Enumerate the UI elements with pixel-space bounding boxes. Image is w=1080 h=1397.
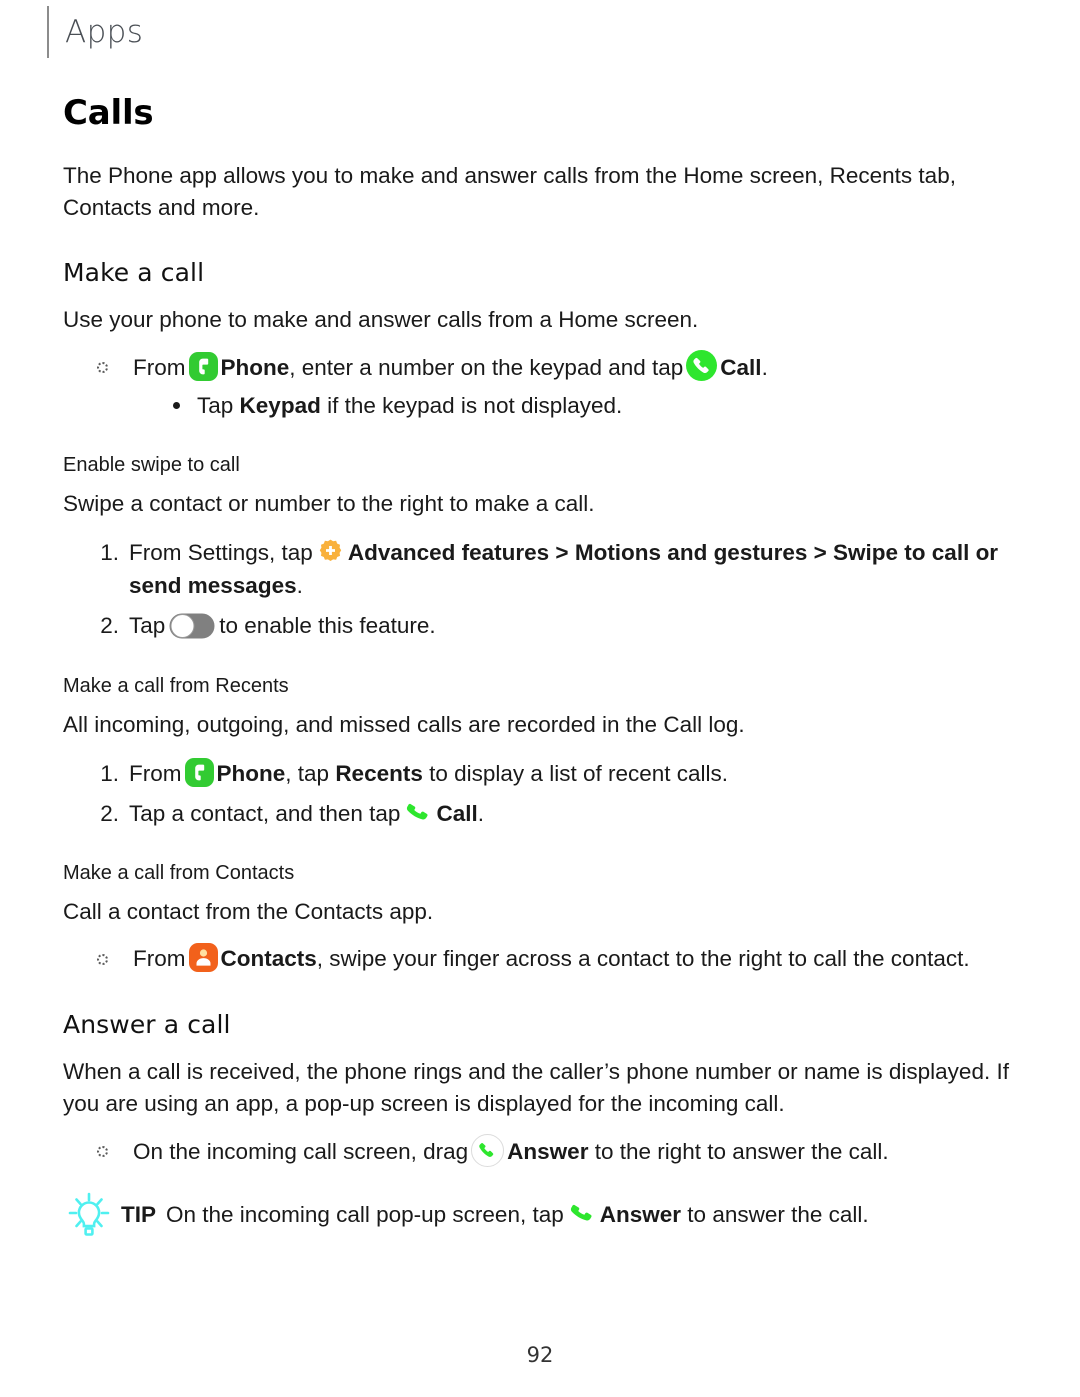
answer-call-icon bbox=[471, 1133, 505, 1167]
subsection-title-enable-swipe-to-call: Enable swipe to call bbox=[63, 453, 240, 476]
tip-action-label: Answer bbox=[599, 1201, 682, 1227]
running-header: Apps bbox=[47, 6, 143, 58]
dot-bullet-icon bbox=[173, 401, 180, 409]
bullet-text-lead: From bbox=[133, 946, 186, 972]
chapter-intro-paragraph: The Phone app allows you to make and ans… bbox=[63, 163, 956, 221]
bullet-text-tail: , swipe your finger across a contact to … bbox=[316, 946, 970, 972]
list-item: 2. Tap to enable this feature. bbox=[89, 609, 1013, 643]
page-number: 92 bbox=[526, 1343, 554, 1367]
step-bold-recents: Recents bbox=[335, 760, 423, 786]
bullet-text-lead: From bbox=[133, 355, 186, 381]
answer-call-icon bbox=[567, 1198, 597, 1228]
make-a-call-intro: Use your phone to make and answer calls … bbox=[63, 307, 699, 333]
contacts-app-icon bbox=[188, 943, 218, 973]
step-separator-2: > bbox=[813, 539, 827, 565]
bullet-app-label: Contacts bbox=[220, 946, 317, 972]
page-content: Calls The Phone app allows you to make a… bbox=[63, 93, 1013, 1238]
bullet-text-tail: to the right to answer the call. bbox=[594, 1138, 889, 1164]
step-text-tail: . bbox=[477, 800, 484, 826]
step-text-tail: . bbox=[296, 573, 303, 599]
page-title: Calls bbox=[63, 93, 154, 133]
enable-swipe-to-call-intro: Swipe a contact or number to the right t… bbox=[63, 490, 595, 516]
step-text-lead: Tap bbox=[129, 613, 166, 639]
bullet-action-label: Answer bbox=[507, 1138, 589, 1164]
step-text-tail: to display a list of recent calls. bbox=[429, 760, 729, 786]
ring-bullet-icon bbox=[97, 954, 108, 966]
tip-text: TIP On the incoming call pop-up screen, t… bbox=[121, 1190, 869, 1232]
call-from-recents-intro: All incoming, outgoing, and missed calls… bbox=[63, 711, 745, 737]
call-from-contacts-intro: Call a contact from the Contacts app. bbox=[63, 899, 434, 925]
step-text-lead: Tap a contact, and then tap bbox=[129, 800, 401, 826]
list-item: On the incoming call screen, drag Answer … bbox=[97, 1133, 1013, 1168]
running-header-title: Apps bbox=[65, 13, 144, 50]
step-number: 2. bbox=[100, 800, 119, 826]
advanced-features-gear-icon bbox=[316, 537, 345, 566]
answer-a-call-bullet-list: On the incoming call screen, drag Answer … bbox=[63, 1133, 1013, 1168]
list-item: 2. Tap a contact, and then tap Call. bbox=[89, 797, 1013, 831]
ring-bullet-icon bbox=[97, 362, 108, 374]
step-text-lead: From bbox=[129, 760, 182, 786]
section-title-answer-a-call: Answer a call bbox=[63, 1009, 231, 1039]
subsection-title-call-from-contacts: Make a call from Contacts bbox=[63, 862, 295, 885]
list-item: Tap Keypad if the keypad is not displaye… bbox=[169, 389, 1013, 422]
step-bold-motions-and-gestures: Motions and gestures bbox=[574, 539, 808, 565]
list-item: 1. From Phone, tap Recents to display a li… bbox=[89, 757, 1013, 791]
toggle-switch-off-icon bbox=[169, 613, 215, 639]
call-icon bbox=[403, 797, 433, 827]
make-a-call-sub-list: Tap Keypad if the keypad is not displaye… bbox=[133, 389, 1013, 422]
step-separator-1: > bbox=[555, 539, 569, 565]
list-item: 1. From Settings, tap Advanced features > … bbox=[89, 536, 1013, 604]
header-rule bbox=[47, 6, 49, 58]
enable-swipe-to-call-steps: 1. From Settings, tap Advanced features > … bbox=[63, 536, 1013, 643]
bullet-app-label: Phone bbox=[220, 355, 290, 381]
tip-callout: TIP On the incoming call pop-up screen, t… bbox=[63, 1190, 1013, 1238]
step-text-lead: From Settings, tap bbox=[129, 539, 313, 565]
tip-text-tail: to answer the call. bbox=[687, 1201, 869, 1227]
step-bold-advanced-features: Advanced features bbox=[347, 539, 550, 565]
call-from-recents-steps: 1. From Phone, tap Recents to display a li… bbox=[63, 757, 1013, 831]
bullet-action-label: Call bbox=[720, 355, 762, 381]
section-title-make-a-call: Make a call bbox=[63, 258, 205, 288]
sub-bullet-text-tail: if the keypad is not displayed. bbox=[327, 392, 623, 418]
sub-bullet-bold: Keypad bbox=[239, 392, 321, 418]
sub-bullet-text-lead: Tap bbox=[197, 392, 234, 418]
phone-app-icon bbox=[184, 757, 214, 787]
bullet-text-lead: On the incoming call screen, drag bbox=[133, 1138, 469, 1164]
call-from-contacts-bullet-list: From Contacts, swipe your finger across a… bbox=[63, 942, 1013, 975]
document-page: Apps Calls The Phone app allows you to m… bbox=[0, 0, 1080, 1397]
bullet-text-tail: . bbox=[761, 355, 768, 381]
list-item: From Phone, enter a number on the keypad … bbox=[97, 350, 1013, 422]
tip-label: TIP bbox=[121, 1201, 157, 1227]
make-a-call-bullet-list: From Phone, enter a number on the keypad … bbox=[63, 350, 1013, 422]
step-text-mid: , tap bbox=[285, 760, 330, 786]
step-number: 1. bbox=[100, 760, 119, 786]
bullet-text-mid: , enter a number on the keypad and tap bbox=[289, 355, 684, 381]
lightbulb-tip-icon bbox=[67, 1192, 111, 1238]
answer-a-call-intro: When a call is received, the phone rings… bbox=[63, 1058, 1009, 1116]
phone-app-icon bbox=[188, 352, 218, 382]
step-number: 1. bbox=[100, 539, 119, 565]
step-number: 2. bbox=[100, 613, 119, 639]
call-icon bbox=[686, 350, 718, 382]
step-text-tail: to enable this feature. bbox=[219, 613, 436, 639]
list-item: From Contacts, swipe your finger across a… bbox=[97, 942, 1013, 975]
ring-bullet-icon bbox=[97, 1145, 108, 1157]
step-app-label: Phone bbox=[216, 760, 286, 786]
subsection-title-call-from-recents: Make a call from Recents bbox=[63, 674, 289, 697]
step-action-label: Call bbox=[436, 800, 478, 826]
tip-text-lead: On the incoming call pop-up screen, tap bbox=[166, 1201, 564, 1227]
